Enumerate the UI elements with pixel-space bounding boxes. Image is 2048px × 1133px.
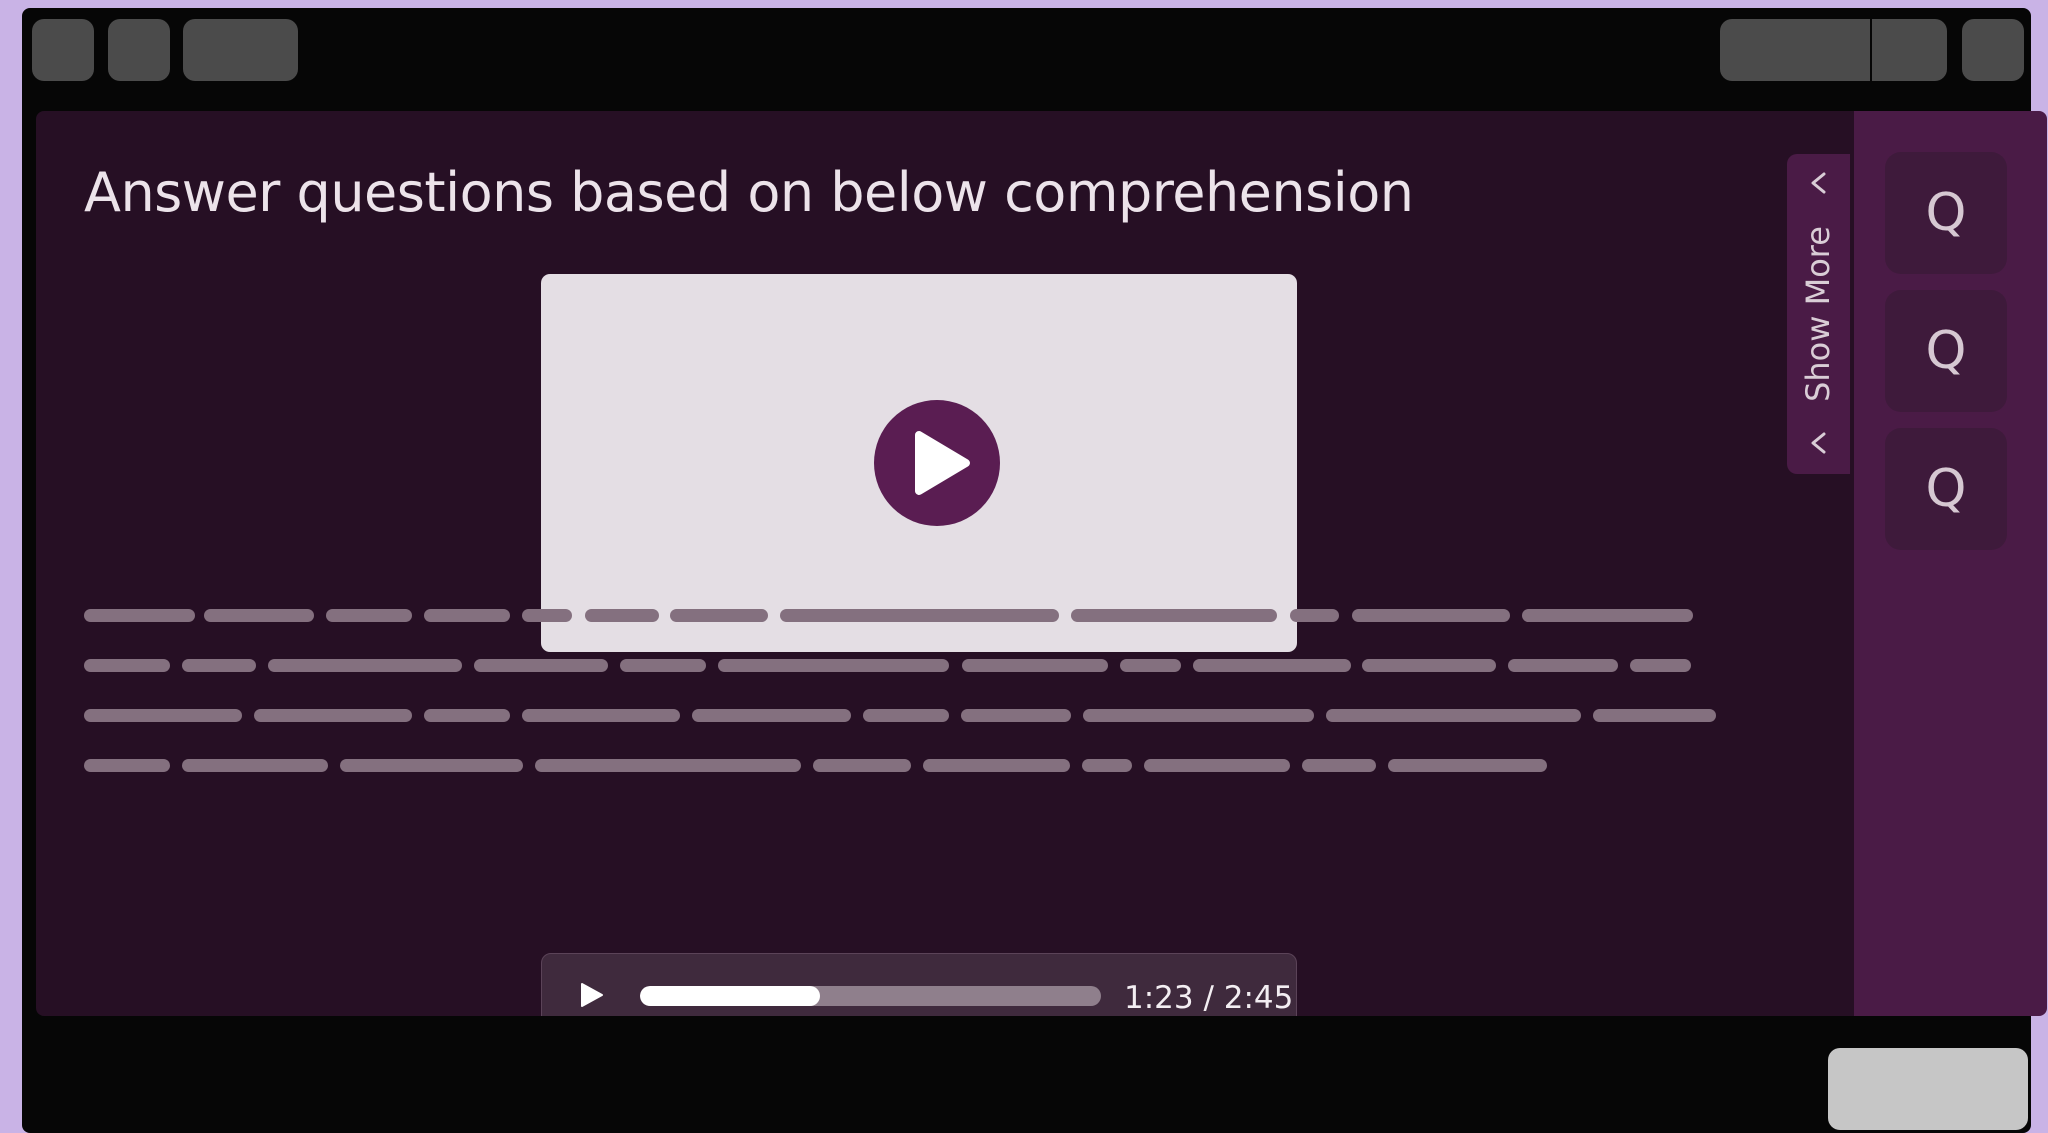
text-placeholder-line xyxy=(1083,709,1314,722)
text-placeholder-line xyxy=(1082,759,1132,772)
question-button-2[interactable]: Q xyxy=(1885,290,2007,412)
text-placeholder-line xyxy=(585,609,659,622)
text-placeholder-line xyxy=(340,759,523,772)
text-placeholder-line xyxy=(84,709,242,722)
text-placeholder-line xyxy=(522,709,680,722)
text-placeholder-line xyxy=(1144,759,1290,772)
text-placeholder-line xyxy=(692,709,851,722)
question-button-3[interactable]: Q xyxy=(1885,428,2007,550)
text-placeholder-line xyxy=(182,759,328,772)
text-placeholder-line xyxy=(84,759,170,772)
text-placeholder-line xyxy=(1071,609,1277,622)
toolbar-button-right-1[interactable] xyxy=(1720,19,1870,81)
text-placeholder-line xyxy=(1630,659,1691,672)
toolbar-button-1[interactable] xyxy=(32,19,94,81)
app-frame: Answer questions based on below comprehe… xyxy=(22,8,2047,1133)
text-placeholder-line xyxy=(1120,659,1181,672)
text-placeholder-line xyxy=(670,609,768,622)
text-placeholder-line xyxy=(268,659,462,672)
next-button[interactable] xyxy=(1828,1048,2028,1130)
show-more-label: Show More xyxy=(1799,226,1837,402)
text-placeholder-line xyxy=(1352,609,1510,622)
chevron-left-icon xyxy=(1811,432,1826,454)
audio-progress-fill xyxy=(640,986,820,1006)
text-placeholder-line xyxy=(522,609,572,622)
audio-progress-bar[interactable] xyxy=(640,986,1101,1006)
text-placeholder-line xyxy=(424,709,510,722)
text-placeholder-line xyxy=(620,659,706,672)
text-placeholder-line xyxy=(326,609,412,622)
text-placeholder-line xyxy=(863,709,949,722)
text-placeholder-line xyxy=(84,659,170,672)
show-more-toggle[interactable]: Show More xyxy=(1787,154,1850,474)
toolbar-button-2[interactable] xyxy=(108,19,170,81)
text-placeholder-line xyxy=(813,759,911,772)
main-panel: Answer questions based on below comprehe… xyxy=(36,111,1854,1016)
text-placeholder-line xyxy=(718,659,949,672)
text-placeholder-line xyxy=(1508,659,1618,672)
text-placeholder-line xyxy=(923,759,1070,772)
question-button-1[interactable]: Q xyxy=(1885,152,2007,274)
audio-player[interactable]: 1:23 / 2:45 xyxy=(541,953,1297,1016)
text-placeholder-line xyxy=(182,659,256,672)
text-placeholder-line xyxy=(961,709,1071,722)
text-placeholder-line xyxy=(780,609,1059,622)
text-placeholder-line xyxy=(962,659,1108,672)
text-placeholder-line xyxy=(1193,659,1351,672)
text-placeholder-line xyxy=(1522,609,1693,622)
text-placeholder-line xyxy=(1362,659,1496,672)
audio-play-button[interactable] xyxy=(578,982,604,1008)
comprehension-text xyxy=(36,111,1854,1016)
text-placeholder-line xyxy=(1326,709,1581,722)
text-placeholder-line xyxy=(254,709,412,722)
text-placeholder-line xyxy=(474,659,608,672)
text-placeholder-line xyxy=(535,759,801,772)
text-placeholder-line xyxy=(1593,709,1716,722)
text-placeholder-line xyxy=(84,609,195,622)
toolbar-button-right-3[interactable] xyxy=(1962,19,2024,81)
chevron-left-icon xyxy=(1811,172,1826,194)
toolbar-button-3[interactable] xyxy=(183,19,298,81)
text-placeholder-line xyxy=(1302,759,1376,772)
text-placeholder-line xyxy=(424,609,510,622)
text-placeholder-line xyxy=(1290,609,1339,622)
text-placeholder-line xyxy=(204,609,314,622)
text-placeholder-line xyxy=(1388,759,1547,772)
toolbar-button-right-2[interactable] xyxy=(1872,19,1947,81)
audio-time: 1:23 / 2:45 xyxy=(1124,980,1294,1016)
